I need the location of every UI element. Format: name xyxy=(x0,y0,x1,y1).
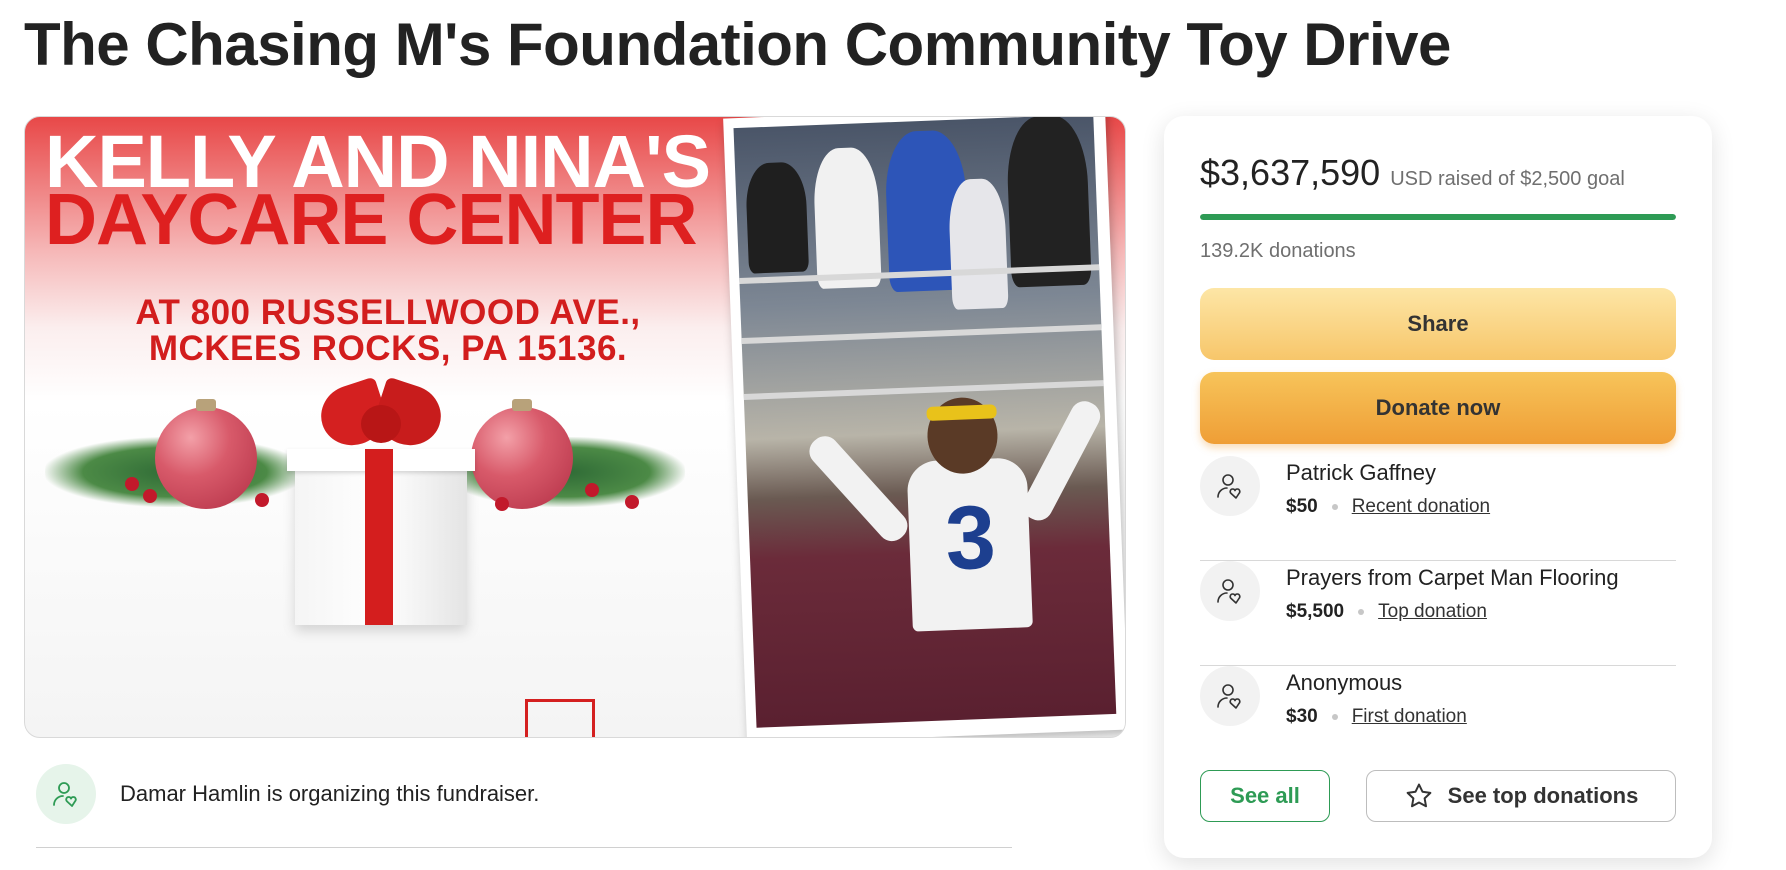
raised-summary: $3,637,590 USD raised of $2,500 goal xyxy=(1200,152,1625,194)
berry xyxy=(495,497,509,511)
donor-item: Anonymous $30 First donation xyxy=(1200,666,1676,771)
user-heart-icon xyxy=(1200,666,1260,726)
donor-name: Prayers from Carpet Man Flooring xyxy=(1286,565,1619,590)
hero-headline-line2: DAYCARE CENTER xyxy=(45,180,697,260)
page-title: The Chasing M's Foundation Community Toy… xyxy=(24,11,1451,78)
donor-tag-link[interactable]: Recent donation xyxy=(1352,496,1490,518)
donate-now-button[interactable]: Donate now xyxy=(1200,372,1676,444)
ornament-cap-right xyxy=(512,399,532,411)
player-photo-frame: 3 xyxy=(723,117,1125,737)
hero-address: AT 800 RUSSELLWOOD AVE., MCKEES ROCKS, P… xyxy=(47,295,729,367)
ornament-right xyxy=(471,407,573,509)
stadium-rail xyxy=(741,324,1102,345)
player-headband xyxy=(926,404,997,421)
berry xyxy=(625,495,639,509)
fan xyxy=(947,177,1009,310)
player-arm-left xyxy=(803,430,914,547)
star-outline-icon xyxy=(1406,783,1432,808)
donor-tag-link[interactable]: First donation xyxy=(1352,706,1467,728)
hero-address-line1: AT 800 RUSSELLWOOD AVE., xyxy=(135,293,641,332)
progress-fill xyxy=(1200,214,1676,220)
progress-bar xyxy=(1200,214,1676,220)
donation-card: $3,637,590 USD raised of $2,500 goal 139… xyxy=(1164,116,1712,858)
donor-item: Patrick Gaffney $50 Recent donation xyxy=(1200,456,1676,561)
donor-meta: $30 First donation xyxy=(1286,706,1467,728)
berry xyxy=(125,477,139,491)
hero-address-line2: MCKEES ROCKS, PA 15136. xyxy=(148,329,628,368)
fan xyxy=(812,146,882,290)
organizer-row: Damar Hamlin is organizing this fundrais… xyxy=(36,764,539,824)
player-arm-right xyxy=(1017,396,1106,526)
donor-name: Anonymous xyxy=(1286,670,1403,695)
user-heart-icon xyxy=(36,764,96,824)
foundation-logo-partial xyxy=(525,699,595,737)
raised-amount: $3,637,590 xyxy=(1200,152,1381,193)
berry xyxy=(255,493,269,507)
raised-goal-text: USD raised of $2,500 goal xyxy=(1390,168,1625,190)
donor-amount: $50 xyxy=(1286,496,1318,517)
ornament-left xyxy=(155,407,257,509)
organizer-text: Damar Hamlin is organizing this fundrais… xyxy=(120,781,540,806)
divider xyxy=(36,847,1012,848)
gift-ribbon xyxy=(365,449,393,625)
share-button[interactable]: Share xyxy=(1200,288,1676,360)
berry xyxy=(585,483,599,497)
donor-amount: $5,500 xyxy=(1286,601,1345,622)
donor-amount: $30 xyxy=(1286,706,1318,727)
berry xyxy=(143,489,157,503)
user-heart-icon xyxy=(1200,561,1260,621)
separator-dot xyxy=(1331,504,1338,510)
jersey-number: 3 xyxy=(943,487,998,590)
separator-dot xyxy=(1358,609,1365,615)
ornament-cap-left xyxy=(196,399,216,411)
fan xyxy=(744,161,810,274)
see-top-donations-label: See top donations xyxy=(1447,783,1639,808)
see-top-donations-button[interactable]: See top donations xyxy=(1366,770,1676,822)
stadium-rail xyxy=(743,380,1104,400)
hero-image: KELLY AND NINA'S DAYCARE CENTER AT 800 R… xyxy=(24,116,1126,738)
fan xyxy=(1005,117,1092,288)
see-all-button[interactable]: See all xyxy=(1200,770,1330,822)
donations-count: 139.2K donations xyxy=(1200,240,1356,262)
user-heart-icon xyxy=(1200,456,1260,516)
separator-dot xyxy=(1331,714,1338,720)
gift-bow-center xyxy=(361,405,401,443)
donor-tag-link[interactable]: Top donation xyxy=(1378,601,1487,623)
donor-meta: $5,500 Top donation xyxy=(1286,601,1487,623)
player-photo: 3 xyxy=(733,117,1117,728)
donor-meta: $50 Recent donation xyxy=(1286,496,1490,518)
donor-name: Patrick Gaffney xyxy=(1286,460,1436,485)
donor-item: Prayers from Carpet Man Flooring $5,500 … xyxy=(1200,561,1676,666)
